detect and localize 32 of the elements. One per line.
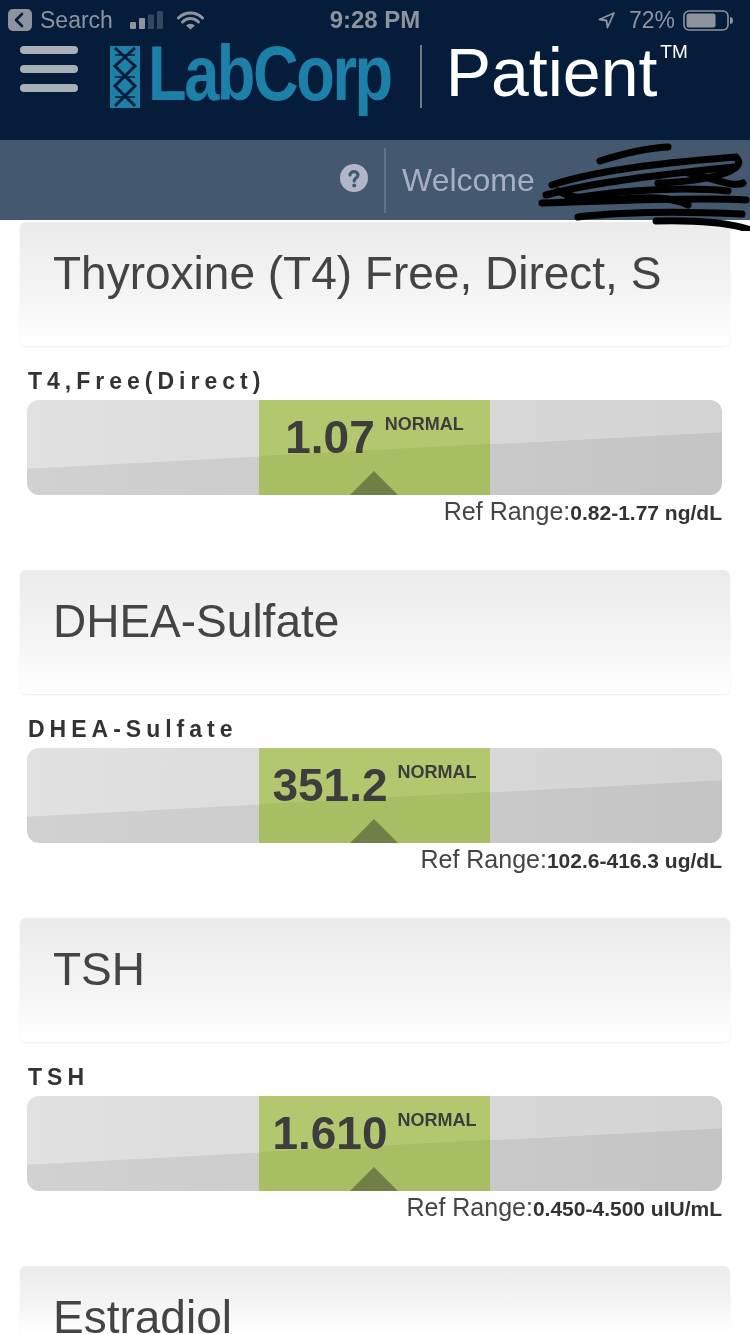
location-arrow-icon xyxy=(597,11,615,29)
reference-range: Ref Range:102.6-416.3 ug/dL xyxy=(420,844,722,875)
reference-range: Ref Range:0.450-4.500 uIU/mL xyxy=(406,1192,722,1223)
triangle-marker-icon xyxy=(350,1167,399,1191)
dna-logo-icon xyxy=(110,46,140,108)
result-status-label: NORMAL xyxy=(397,1111,477,1129)
welcome-menu[interactable]: Welcome xyxy=(402,164,535,196)
result-title: Thyroxine (T4) Free, Direct, S xyxy=(53,247,662,299)
test-name: TSH xyxy=(28,1063,89,1092)
triangle-marker-icon xyxy=(350,819,399,843)
result-title: TSH xyxy=(53,943,145,995)
back-icon[interactable] xyxy=(8,9,32,31)
triangle-marker-icon xyxy=(350,471,399,495)
help-icon[interactable] xyxy=(340,164,368,192)
result-value: 1.07 xyxy=(285,414,375,460)
result-status-label: NORMAL xyxy=(397,763,477,781)
battery-icon xyxy=(683,9,733,31)
reference-range: Ref Range:0.82-1.77 ng/dL xyxy=(443,496,722,527)
menu-icon[interactable] xyxy=(20,46,78,92)
signal-icon xyxy=(129,11,163,29)
wifi-icon xyxy=(176,10,204,30)
test-name: DHEA-Sulfate xyxy=(28,715,238,744)
status-time: 9:28 PM xyxy=(329,8,421,32)
result-value: 1.610 xyxy=(272,1110,388,1156)
result-title: Estradiol xyxy=(53,1291,232,1334)
result-title: DHEA-Sulfate xyxy=(53,595,340,647)
result-status-label: NORMAL xyxy=(384,415,464,433)
result-value: 351.2 xyxy=(272,762,388,808)
product-name: Patient$^{TM}$ xyxy=(445,38,688,106)
back-label[interactable]: Search xyxy=(40,8,113,32)
battery-percentage: 72% xyxy=(628,8,675,32)
test-name: T4,Free(Direct) xyxy=(28,367,266,396)
